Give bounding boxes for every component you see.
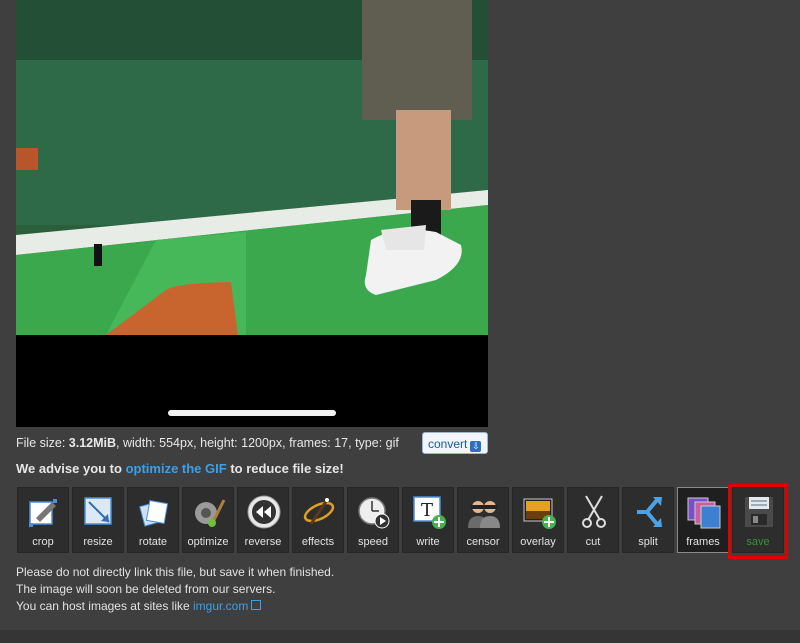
- tool-label: effects: [301, 536, 335, 548]
- tool-label: overlay: [520, 536, 556, 548]
- tool-label: speed: [358, 536, 388, 548]
- tool-frames[interactable]: frames: [677, 487, 729, 553]
- optimize-icon: [195, 499, 226, 527]
- gif-preview: [16, 0, 488, 427]
- optimize-link[interactable]: optimize the GIF: [126, 461, 227, 476]
- tool-rotate[interactable]: rotate: [127, 487, 179, 553]
- file-details: , width: 554px, height: 1200px, frames: …: [116, 436, 399, 450]
- home-indicator: [168, 410, 336, 416]
- tool-label: cut: [585, 536, 601, 548]
- svg-text:T: T: [421, 500, 433, 521]
- tool-label: crop: [32, 536, 54, 548]
- tool-speed[interactable]: speed: [347, 487, 399, 553]
- file-size-value: 3.12MiB: [68, 436, 117, 450]
- advice-after: to reduce file size!: [226, 461, 344, 476]
- tool-write[interactable]: T write: [402, 487, 454, 553]
- advice-before: We advise you to: [16, 461, 126, 476]
- note-line-1: Please do not directly link this file, b…: [16, 565, 335, 579]
- tool-reverse[interactable]: reverse: [237, 487, 289, 553]
- tool-effects[interactable]: effects: [292, 487, 344, 553]
- external-link-icon: [251, 600, 262, 610]
- advice-text: We advise you to optimize the GIF to red…: [16, 461, 344, 476]
- tool-crop[interactable]: crop: [17, 487, 69, 553]
- file-info: File size: 3.12MiB, width: 554px, height…: [16, 436, 399, 450]
- convert-button[interactable]: convert ⇩: [422, 432, 488, 454]
- speed-icon: [358, 497, 390, 529]
- tool-label: rotate: [138, 536, 168, 548]
- tool-label: resize: [83, 536, 113, 548]
- footer-band: [0, 630, 800, 643]
- preview-image: [16, 0, 488, 335]
- tool-label: censor: [466, 536, 500, 548]
- save-highlight-box: [728, 484, 788, 559]
- tool-label: frames: [686, 536, 720, 548]
- download-arrow-icon: ⇩: [470, 441, 482, 452]
- tool-optimize[interactable]: optimize: [182, 487, 234, 553]
- note-line-2: The image will soon be deleted from our …: [16, 582, 276, 596]
- tool-overlay[interactable]: overlay: [512, 487, 564, 553]
- tool-split[interactable]: split: [622, 487, 674, 553]
- note-line-3-text: You can host images at sites like: [16, 599, 193, 613]
- imgur-link[interactable]: imgur.com: [193, 599, 248, 613]
- resize-icon: [84, 497, 112, 525]
- crop-icon: [29, 499, 57, 527]
- censor-icon: [468, 501, 500, 528]
- scissors-icon: [582, 495, 606, 528]
- tool-label: optimize: [187, 536, 229, 548]
- tool-resize[interactable]: resize: [72, 487, 124, 553]
- tool-label: reverse: [244, 536, 282, 548]
- tool-cut[interactable]: cut: [567, 487, 619, 553]
- split-icon: [637, 497, 662, 527]
- convert-label: convert: [428, 437, 468, 451]
- write-icon: T: [413, 496, 446, 529]
- file-size-label: File size:: [16, 436, 69, 450]
- reverse-icon: [247, 495, 281, 529]
- note-line-3: You can host images at sites like imgur.…: [16, 599, 262, 613]
- tool-censor[interactable]: censor: [457, 487, 509, 553]
- rotate-icon: [139, 500, 169, 527]
- frames-icon: [687, 497, 721, 529]
- tool-label: split: [638, 536, 658, 548]
- overlay-icon: [523, 498, 556, 529]
- tool-label: write: [416, 536, 440, 548]
- effects-icon: [303, 498, 335, 525]
